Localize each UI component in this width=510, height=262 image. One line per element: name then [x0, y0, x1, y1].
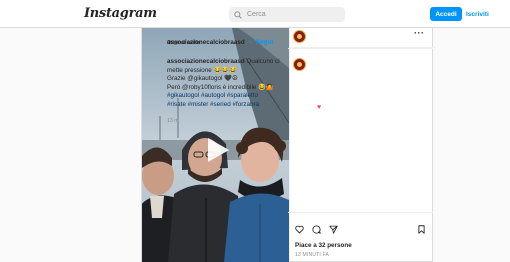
caption-time: 13 m	[167, 118, 179, 124]
search-input[interactable]	[247, 11, 342, 18]
actions-divider	[288, 212, 433, 213]
heart-icon[interactable]	[295, 225, 304, 234]
play-icon[interactable]	[202, 135, 232, 165]
post-date: 13 MINUTI FA	[295, 252, 330, 258]
comment-icon[interactable]	[312, 225, 321, 234]
follow-separator: •	[249, 39, 252, 46]
signup-link[interactable]: Iscriviti	[466, 7, 489, 21]
original-audio-link[interactable]: Original audio	[167, 40, 200, 46]
post-sidebar	[289, 28, 435, 262]
share-icon[interactable]	[329, 225, 338, 234]
bookmark-icon[interactable]	[417, 225, 426, 234]
more-options-icon[interactable]: ···	[414, 28, 425, 38]
instagram-logo[interactable]: Instagram	[84, 6, 157, 21]
login-button[interactable]: Accedi	[430, 7, 462, 21]
caption-line-3: Grazie @gikautogol 🖤☮	[167, 75, 238, 83]
account-avatar[interactable]	[293, 30, 306, 43]
caption-line-2: mette pressione 😂😂😂	[167, 66, 238, 74]
caption-hashtags-2[interactable]: #risate #mister #seried #forzabra	[167, 101, 285, 110]
top-navigation-bar: Instagram Accedi Iscriviti	[0, 0, 510, 28]
likes-count[interactable]: Piace a 32 persone	[295, 242, 352, 249]
search-box[interactable]	[229, 7, 345, 22]
caption-hashtags-1[interactable]: #gikautogol #autogol #sparaletto	[167, 92, 285, 101]
post-caption: associazionecalciobraasd Qualcuno ci met…	[167, 58, 285, 110]
header-divider	[288, 48, 433, 49]
caption-avatar[interactable]	[293, 58, 306, 71]
caption-line-1: Qualcuno ci	[246, 58, 280, 65]
follow-button[interactable]: Segui	[256, 39, 273, 46]
search-icon	[234, 10, 242, 19]
caption-line-4: Però @roby10floris è incredibile 😂🤷	[167, 83, 274, 91]
caption-username[interactable]: associazionecalciobraasd	[167, 58, 245, 65]
caption-heart-icon: ♥	[317, 104, 322, 111]
